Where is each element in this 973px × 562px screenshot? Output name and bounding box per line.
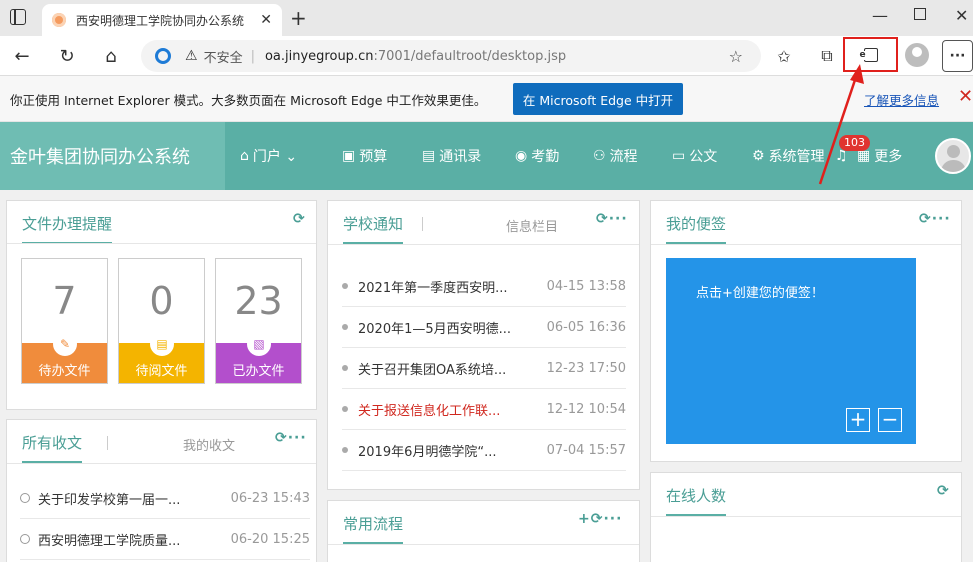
add-favorite-icon[interactable]: ☆ [729, 47, 743, 66]
gear-icon: ⚙ [752, 148, 765, 164]
pencil-icon: ✎ [53, 332, 77, 356]
flow-icon: ⚇ [593, 148, 606, 164]
minimize-icon[interactable]: — [872, 6, 888, 25]
panel-actions[interactable]: ⟳··· [275, 430, 307, 446]
panel-title: 文件办理提醒 [22, 213, 113, 244]
window-close-icon[interactable]: ✕ [955, 6, 968, 25]
remove-memo-button[interactable]: − [878, 408, 902, 432]
profile-avatar[interactable] [905, 43, 929, 67]
done-doc-icon: ▧ [247, 332, 271, 356]
address-bar[interactable]: ⚠ 不安全 | oa.jinyegroup.cn :7001/defaultro… [141, 40, 761, 72]
tab-actions-icon[interactable] [10, 8, 26, 25]
ie-mode-message: 你正使用 Internet Explorer 模式。大多数页面在 Microso… [10, 93, 487, 108]
browser-tab[interactable]: 西安明德理工学院协同办公系统 ✕ [42, 4, 282, 36]
home-icon: ⌂ [240, 148, 249, 164]
school-notice-panel: 学校通知 信息栏目 ⟳··· 2021年第一季度西安明... 04-15 13:… [327, 200, 640, 490]
nav-portal[interactable]: ⌂ 门户 ⌄ [240, 146, 297, 166]
list-item[interactable]: 关于印发学校第一届一... 06-23 15:43 [20, 478, 310, 519]
list-item[interactable]: 2021年第一季度西安明... 04-15 13:58 [342, 266, 626, 307]
done-files-card[interactable]: 23 ▧ 已办文件 [215, 258, 302, 384]
budget-icon: ▣ [342, 148, 356, 164]
user-avatar[interactable] [935, 138, 971, 174]
list-item[interactable]: 2019年6月明德学院“... 07-04 15:57 [342, 430, 626, 471]
panel-actions[interactable]: +⟳··· [578, 511, 622, 527]
tab-close-icon[interactable]: ✕ [260, 12, 272, 28]
add-memo-button[interactable]: + [846, 408, 870, 432]
refresh-icon[interactable]: ↻ [55, 44, 79, 68]
learn-more-link[interactable]: 了解更多信息 [864, 90, 939, 109]
ie-mode-infobar: 你正使用 Internet Explorer 模式。大多数页面在 Microso… [0, 76, 973, 122]
location-icon: ◉ [515, 148, 528, 164]
refresh-icon[interactable]: ⟳ [293, 211, 306, 227]
contacts-icon: ▤ [422, 148, 436, 164]
document-icon: ▤ [150, 332, 174, 356]
home-browser-icon[interactable]: ⌂ [99, 44, 123, 68]
nav-budget[interactable]: ▣ 预算 [342, 146, 387, 166]
list-item[interactable]: 西安明德理工学院质量... 06-20 15:25 [20, 519, 310, 560]
ie-tab-icon [859, 47, 878, 62]
list-item[interactable]: 关于召开集团OA系统培... 12-23 17:50 [342, 348, 626, 389]
nav-documents[interactable]: ▭ 公文 [672, 146, 717, 166]
panel-title[interactable]: 所有收文 [22, 432, 83, 463]
address-toolbar: ← ↻ ⌂ ⚠ 不安全 | oa.jinyegroup.cn :7001/def… [0, 36, 973, 76]
collections-icon[interactable]: ⧉ [815, 44, 839, 68]
refresh-icon[interactable]: ⟳ [937, 483, 950, 499]
to-read-count: 0 [149, 279, 174, 323]
common-flow-panel: 常用流程 +⟳··· [327, 500, 640, 562]
bullet-icon [20, 534, 30, 544]
tab-info-column[interactable]: 信息栏目 [506, 216, 558, 235]
url-host: oa.jinyegroup.cn [264, 48, 374, 64]
memo-hint: 点击+创建您的便签！ [696, 286, 824, 301]
warning-icon[interactable]: ⚠ [185, 48, 198, 64]
briefcase-icon: ▭ [672, 148, 686, 164]
panel-title: 在线人数 [666, 485, 727, 516]
maximize-icon[interactable] [914, 8, 926, 20]
list-item[interactable]: 2020年1—5月西安明德... 06-05 16:36 [342, 307, 626, 348]
bullet-icon [20, 493, 30, 503]
panel-title[interactable]: 学校通知 [343, 213, 404, 244]
online-users-panel: 在线人数 ⟳ [650, 472, 962, 562]
nav-attendance[interactable]: ◉ 考勤 [515, 146, 559, 166]
ie-mode-icon [155, 48, 171, 64]
file-reminder-panel: 文件办理提醒 ⟳ 7 ✎ 待办文件 0 ▤ 待阅文件 23 ▧ 已办文件 [6, 200, 317, 410]
memo-area[interactable]: 点击+创建您的便签！ + − [666, 258, 916, 444]
url-path: :7001/defaultroot/desktop.jsp [373, 48, 567, 64]
back-icon[interactable]: ← [10, 44, 34, 68]
security-label[interactable]: 不安全 [204, 47, 243, 66]
to-read-files-card[interactable]: 0 ▤ 待阅文件 [118, 258, 205, 384]
oa-header: 金叶集团协同办公系统 ⌂ 门户 ⌄ ▣ 预算 ▤ 通讯录 ◉ 考勤 ⚇ 流程 ▭ 公文 ⚙ 系… [0, 122, 973, 190]
panel-actions[interactable]: ⟳··· [919, 211, 951, 227]
panel-title: 常用流程 [343, 513, 404, 544]
todo-files-card[interactable]: 7 ✎ 待办文件 [21, 258, 108, 384]
grid-icon: ▦ [857, 148, 871, 164]
open-in-edge-button[interactable]: 在 Microsoft Edge 中打开 [513, 83, 683, 115]
tab-my-received[interactable]: 我的收文 [183, 435, 235, 454]
settings-more-button[interactable]: ··· [942, 40, 973, 72]
nav-contacts[interactable]: ▤ 通讯录 [422, 146, 481, 166]
received-docs-panel: 所有收文 我的收文 ⟳··· 关于印发学校第一届一... 06-23 15:43… [6, 419, 317, 562]
site-favicon-icon [52, 13, 66, 27]
new-tab-button[interactable]: + [290, 6, 307, 30]
done-count: 23 [234, 279, 283, 323]
nav-more[interactable]: ▦ 更多 [857, 146, 902, 166]
oa-brand-title: 金叶集团协同办公系统 [0, 122, 225, 190]
nav-flow[interactable]: ⚇ 流程 [593, 146, 638, 166]
panel-actions[interactable]: ⟳··· [596, 211, 628, 227]
favorites-icon[interactable]: ✩ [772, 44, 796, 68]
browser-tab-strip: 西安明德理工学院协同办公系统 ✕ + — ✕ [0, 0, 973, 36]
ie-mode-button[interactable] [843, 37, 898, 72]
panel-title: 我的便签 [666, 213, 727, 244]
infobar-close-icon[interactable]: ✕ [958, 86, 973, 107]
list-item[interactable]: 关于报送信息化工作联... 12-12 10:54 [342, 389, 626, 430]
todo-count: 7 [52, 279, 77, 323]
nav-system[interactable]: ⚙ 系统管理 [752, 146, 825, 166]
tab-title: 西安明德理工学院协同办公系统 [76, 13, 245, 28]
memo-panel: 我的便签 ⟳··· 点击+创建您的便签！ + − [650, 200, 962, 462]
